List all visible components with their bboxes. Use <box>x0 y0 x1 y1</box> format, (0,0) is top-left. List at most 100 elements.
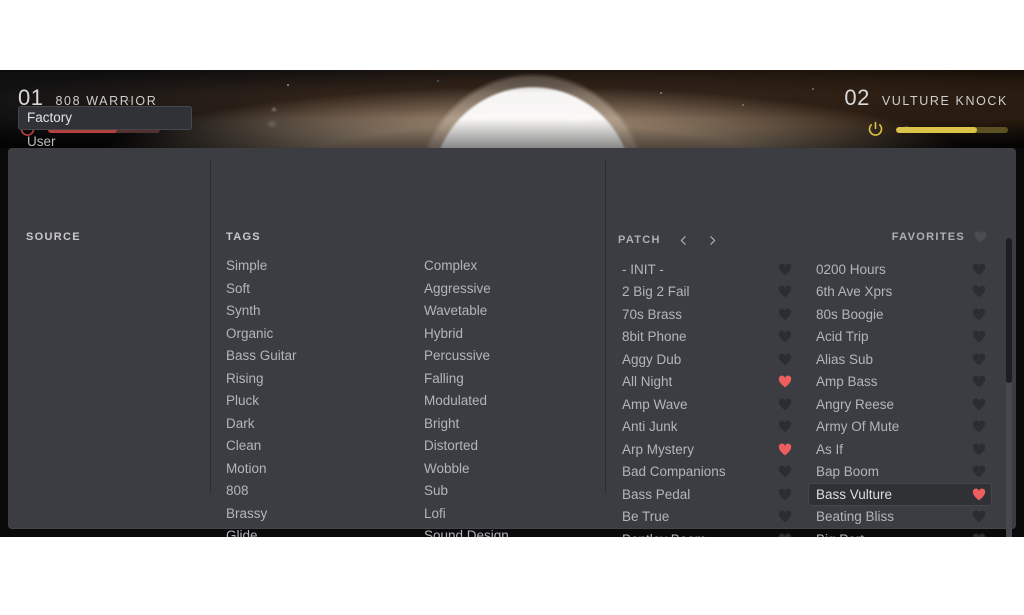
favorites-header[interactable]: FAVORITES <box>892 230 988 243</box>
patch-row[interactable]: Beating Bliss <box>808 506 992 529</box>
patch-row[interactable]: Bap Boom <box>808 461 992 484</box>
heart-icon[interactable] <box>778 263 792 276</box>
heart-icon[interactable] <box>972 398 986 411</box>
patch-row[interactable]: Arp Mystery <box>614 438 798 461</box>
heart-icon[interactable] <box>778 420 792 433</box>
heart-icon[interactable] <box>972 330 986 343</box>
patch-name: Army Of Mute <box>816 419 900 435</box>
patch-name: Be True <box>622 509 670 525</box>
source-list: Factory User <box>18 106 192 154</box>
heart-icon[interactable] <box>778 353 792 366</box>
tag-item[interactable]: Aggressive <box>424 278 509 301</box>
slot-02-level-bar[interactable] <box>896 126 1008 133</box>
heart-icon[interactable] <box>972 420 986 433</box>
heart-icon[interactable] <box>974 230 988 243</box>
tag-item[interactable]: Organic <box>226 323 297 346</box>
tag-item[interactable]: Rising <box>226 368 297 391</box>
source-item-factory[interactable]: Factory <box>18 106 192 130</box>
favorites-label: FAVORITES <box>891 230 965 243</box>
patch-title: PATCH <box>618 234 661 246</box>
patch-row[interactable]: Bad Companions <box>614 461 798 484</box>
patch-name: 0200 Hours <box>816 261 886 277</box>
heart-icon[interactable] <box>972 465 986 478</box>
patch-row[interactable]: Anti Junk <box>614 416 798 439</box>
heart-icon[interactable] <box>778 398 792 411</box>
patch-row[interactable]: Amp Wave <box>614 393 798 416</box>
tag-item[interactable]: Lofi <box>424 503 509 526</box>
patch-row[interactable]: Amp Bass <box>808 371 992 394</box>
heart-icon[interactable] <box>778 443 792 456</box>
slot-02-title: 02 VULTURE KNOCK <box>844 70 1008 111</box>
heart-icon[interactable] <box>778 375 792 388</box>
tag-item[interactable]: Complex <box>424 255 509 278</box>
tag-item[interactable]: Falling <box>424 368 509 391</box>
tag-item[interactable]: Synth <box>226 300 297 323</box>
patch-name: Anti Junk <box>622 419 678 435</box>
patch-row[interactable]: Angry Reese <box>808 393 992 416</box>
heart-icon[interactable] <box>972 488 986 501</box>
tag-item[interactable]: Hybrid <box>424 323 509 346</box>
heart-icon[interactable] <box>778 488 792 501</box>
tag-item[interactable]: Motion <box>226 458 297 481</box>
patch-name: 6th Ave Xprs <box>816 284 893 300</box>
tag-item[interactable]: Brassy <box>226 503 297 526</box>
heart-icon[interactable] <box>972 375 986 388</box>
patch-row[interactable]: As If <box>808 438 992 461</box>
tag-item[interactable]: Pluck <box>226 390 297 413</box>
tag-item[interactable]: Bass Guitar <box>226 345 297 368</box>
slot-02-number: 02 <box>844 85 870 110</box>
patch-row[interactable]: Alias Sub <box>808 348 992 371</box>
power-icon[interactable] <box>866 120 885 139</box>
tag-item[interactable]: Soft <box>226 278 297 301</box>
patch-row-selected[interactable]: Bass Vulture <box>808 483 992 506</box>
heart-icon[interactable] <box>778 330 792 343</box>
source-item-label: User <box>27 134 56 149</box>
heart-icon[interactable] <box>972 285 986 298</box>
tag-item[interactable]: Distorted <box>424 435 509 458</box>
source-item-label: Factory <box>27 110 73 125</box>
heart-icon[interactable] <box>972 263 986 276</box>
divider-tags-patch <box>605 160 606 494</box>
tag-item[interactable]: Modulated <box>424 390 509 413</box>
tag-item[interactable]: Wavetable <box>424 300 509 323</box>
tag-item[interactable]: Dark <box>226 413 297 436</box>
tag-item[interactable]: Clean <box>226 435 297 458</box>
patch-row[interactable]: - INIT - <box>614 258 798 281</box>
patch-row[interactable]: 80s Boogie <box>808 303 992 326</box>
tag-item[interactable]: Percussive <box>424 345 509 368</box>
heart-icon[interactable] <box>778 308 792 321</box>
patch-row[interactable]: Be True <box>614 506 798 529</box>
heart-icon[interactable] <box>778 510 792 523</box>
heart-icon[interactable] <box>972 308 986 321</box>
tag-item[interactable]: Sub <box>424 480 509 503</box>
tag-item[interactable]: 808 <box>226 480 297 503</box>
heart-icon[interactable] <box>972 510 986 523</box>
heart-icon[interactable] <box>778 465 792 478</box>
scrollbar-thumb[interactable] <box>1006 238 1012 383</box>
patch-row[interactable]: Army Of Mute <box>808 416 992 439</box>
tag-item[interactable]: Simple <box>226 255 297 278</box>
tag-item[interactable]: Wobble <box>424 458 509 481</box>
patch-row[interactable]: 0200 Hours <box>808 258 992 281</box>
patch-scrollbar[interactable] <box>1006 238 1012 537</box>
heart-icon[interactable] <box>778 285 792 298</box>
tag-item[interactable]: Bright <box>424 413 509 436</box>
patch-name: Amp Wave <box>622 396 688 412</box>
patch-row[interactable]: 2 Big 2 Fail <box>614 281 798 304</box>
tags-column-2: Complex Aggressive Wavetable Hybrid Perc… <box>424 255 509 537</box>
heart-icon[interactable] <box>972 353 986 366</box>
patch-row[interactable]: 70s Brass <box>614 303 798 326</box>
patch-row[interactable]: Aggy Dub <box>614 348 798 371</box>
slot-02-level-fill <box>896 126 977 133</box>
patch-name: Bap Boom <box>816 464 880 480</box>
patch-row[interactable]: 8bit Phone <box>614 326 798 349</box>
chevron-right-icon[interactable] <box>702 230 724 250</box>
source-item-user[interactable]: User <box>18 130 192 154</box>
patch-row[interactable]: All Night <box>614 371 798 394</box>
heart-icon[interactable] <box>972 443 986 456</box>
patch-row[interactable]: Bass Pedal <box>614 483 798 506</box>
patch-row[interactable]: Acid Trip <box>808 326 992 349</box>
patch-row[interactable]: 6th Ave Xprs <box>808 281 992 304</box>
patch-name: Acid Trip <box>816 329 869 345</box>
chevron-left-icon[interactable] <box>673 230 695 250</box>
